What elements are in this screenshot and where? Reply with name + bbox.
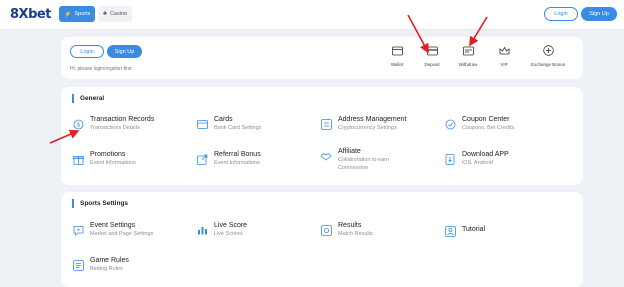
deposit-icon — [426, 45, 438, 56]
address-management-title: Address Management — [338, 116, 407, 123]
handshake-icon — [320, 150, 332, 162]
share-icon — [196, 153, 208, 165]
coupon-center-title: Coupon Center — [462, 116, 510, 123]
sports-settings-title: Sports Settings — [72, 199, 128, 208]
vip-action[interactable]: VIP — [481, 45, 527, 67]
referral-bonus-title: Referral Bonus — [214, 151, 261, 158]
header-login-button[interactable]: Login — [544, 7, 578, 21]
download-app-title: Download APP — [462, 151, 509, 158]
bar-chart-icon — [196, 224, 208, 236]
gift-icon — [72, 153, 84, 165]
header-signup-button[interactable]: Sign Up — [581, 7, 617, 21]
signup-button[interactable]: Sign Up — [107, 45, 142, 58]
transaction-records-subtitle: Transactions Details — [90, 125, 140, 131]
game-rules-subtitle: Betting Rules — [90, 266, 123, 272]
exchange-bonus-action[interactable]: Exchange Bonus — [525, 45, 571, 67]
event-settings-title: Event Settings — [90, 222, 136, 229]
promotions-title: Promotions — [90, 151, 126, 158]
brand-logo[interactable]: 8Xbet — [10, 7, 51, 22]
coupon-center-subtitle: Coupons, Bet Credits — [462, 125, 515, 131]
svg-text:$: $ — [76, 121, 80, 128]
cards-item[interactable]: Cards Bank Card Settings — [196, 115, 261, 132]
tutorial-title: Tutorial — [462, 226, 486, 233]
crown-icon — [499, 45, 510, 56]
results-title: Results — [338, 222, 362, 229]
affiliate-item[interactable]: Affiliate Collaboration to earn Commissi… — [320, 147, 389, 172]
results-subtitle: Match Results — [338, 231, 373, 237]
transaction-icon: $ — [72, 118, 84, 130]
login-button[interactable]: Login — [70, 45, 104, 58]
rules-icon — [72, 259, 84, 271]
referral-bonus-item[interactable]: Referral Bonus Event Informations — [196, 150, 261, 167]
transaction-records-title: Transaction Records — [90, 116, 155, 123]
promotions-item[interactable]: Promotions Event Informations — [72, 150, 136, 167]
promotions-subtitle: Event Informations — [90, 160, 136, 166]
casino-icon: ♣ — [103, 11, 107, 17]
login-hint: Hi, please login/register first — [70, 66, 132, 72]
download-icon — [444, 153, 456, 165]
address-icon — [320, 118, 332, 130]
game-rules-title: Game Rules — [90, 257, 129, 264]
tutorial-icon — [444, 225, 456, 237]
card-icon — [196, 118, 208, 130]
results-icon — [320, 224, 332, 236]
lightning-icon: ⚡ — [64, 11, 72, 18]
event-settings-subtitle: Market and Page Settings — [90, 231, 154, 237]
general-section: General $ Transaction Records Transactio… — [61, 87, 583, 185]
transaction-records-item[interactable]: $ Transaction Records Transactions Detai… — [72, 115, 154, 132]
deposit-label: Deposit — [424, 62, 440, 67]
download-app-item[interactable]: Download APP iOS, Android — [444, 150, 509, 167]
affiliate-subtitle-line2: Commission — [338, 165, 369, 171]
tab-sports[interactable]: ⚡ Sports — [59, 6, 95, 22]
account-card: Login Sign Up Hi, please login/register … — [61, 37, 583, 79]
results-item[interactable]: Results Match Results — [320, 221, 373, 238]
chat-settings-icon — [72, 224, 84, 236]
cards-title: Cards — [214, 116, 233, 123]
event-settings-item[interactable]: Event Settings Market and Page Settings — [72, 221, 153, 238]
game-rules-item[interactable]: Game Rules Betting Rules — [72, 256, 129, 273]
withdraw-icon — [462, 45, 474, 56]
tab-casino-label: Casino — [109, 11, 128, 17]
address-management-item[interactable]: Address Management Cryptocurrency Settin… — [320, 115, 406, 132]
tab-sports-label: Sports — [74, 11, 91, 17]
vip-label: VIP — [500, 62, 508, 67]
top-navbar: 8Xbet ⚡ Sports ♣ Casino Login Sign Up — [0, 0, 624, 30]
cards-subtitle: Bank Card Settings — [214, 125, 262, 131]
tutorial-item[interactable]: Tutorial — [444, 225, 485, 237]
coupon-icon — [444, 118, 456, 130]
referral-bonus-subtitle: Event Informations — [214, 160, 260, 166]
affiliate-title: Affiliate — [338, 148, 361, 155]
coupon-center-item[interactable]: Coupon Center Coupons, Bet Credits — [444, 115, 514, 132]
wallet-label: Wallet — [390, 62, 404, 67]
wallet-icon — [391, 45, 403, 56]
address-management-subtitle: Cryptocurrency Settings — [338, 125, 397, 131]
download-app-subtitle: iOS, Android — [462, 160, 493, 166]
withdraw-label: Withdraw — [458, 62, 478, 67]
affiliate-subtitle: Collaboration to earn — [338, 157, 390, 163]
live-score-subtitle: Live Scores — [214, 231, 243, 237]
tab-casino[interactable]: ♣ Casino — [98, 6, 132, 22]
exchange-icon — [542, 45, 554, 56]
live-score-title: Live Score — [214, 222, 248, 229]
live-score-item[interactable]: Live Score Live Scores — [196, 221, 247, 238]
sports-settings-section: Sports Settings Event Settings Market an… — [61, 192, 583, 287]
general-title: General — [72, 94, 104, 103]
exchange-bonus-label: Exchange Bonus — [530, 62, 566, 67]
